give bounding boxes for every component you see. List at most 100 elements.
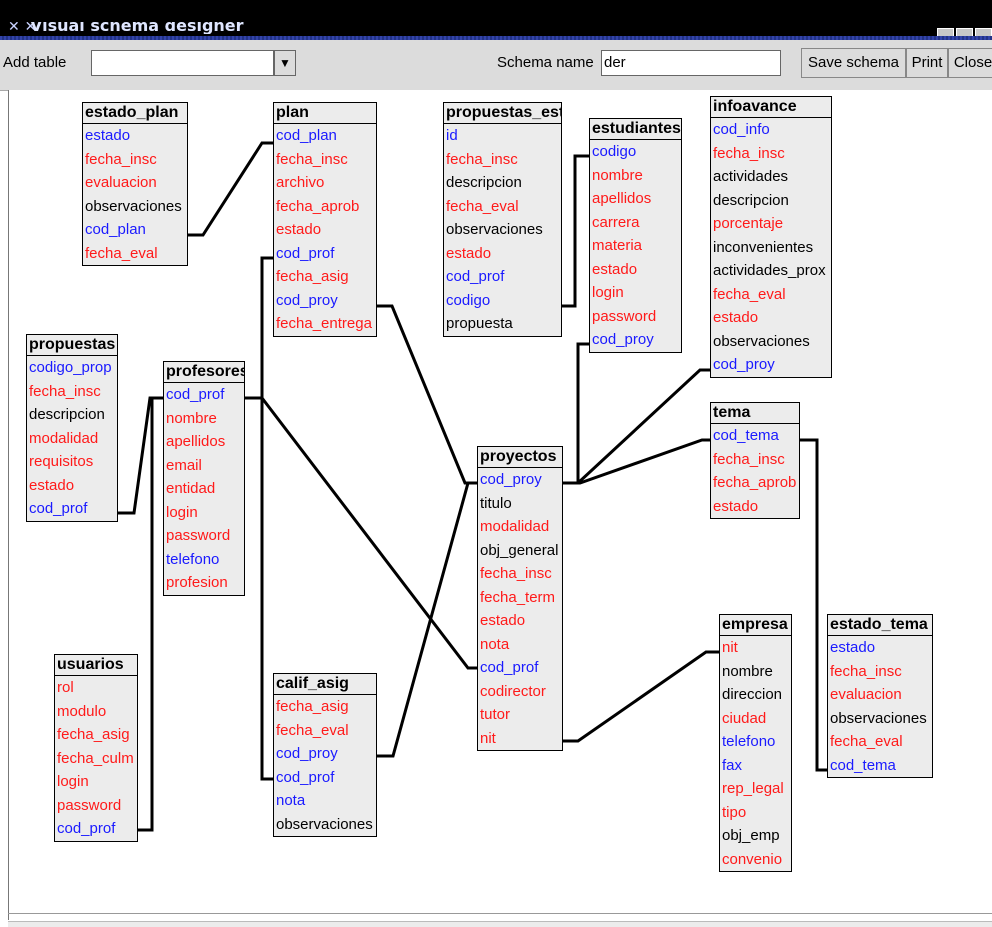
table-field[interactable]: nombre — [590, 164, 681, 188]
table-field[interactable]: carrera — [590, 211, 681, 235]
table-infoavance[interactable]: infoavance cod_info fecha_insc actividades d… — [710, 96, 832, 378]
table-field[interactable]: tipo — [720, 801, 791, 825]
table-title[interactable]: propuestas_est — [444, 103, 561, 124]
table-field[interactable]: login — [164, 501, 244, 525]
table-field[interactable]: evaluacion — [828, 683, 932, 707]
table-field[interactable]: estado — [478, 609, 562, 633]
table-field[interactable]: observaciones — [711, 330, 831, 354]
table-field[interactable]: materia — [590, 234, 681, 258]
table-field[interactable]: fecha_insc — [478, 562, 562, 586]
table-field[interactable]: cod_proy — [478, 468, 562, 492]
table-title[interactable]: estado_tema — [828, 615, 932, 636]
table-estado-plan[interactable]: estado_plan estado fecha_insc evaluacion obs… — [82, 102, 188, 266]
table-field[interactable]: fecha_aprob — [274, 195, 376, 219]
table-field[interactable]: fecha_entrega — [274, 312, 376, 336]
table-title[interactable]: usuarios — [55, 655, 137, 676]
table-field[interactable]: entidad — [164, 477, 244, 501]
table-estado-tema[interactable]: estado_tema estado fecha_insc evaluacion obs… — [827, 614, 933, 778]
table-field[interactable]: cod_prof — [55, 817, 137, 841]
table-field[interactable]: cod_tema — [828, 754, 932, 778]
table-title[interactable]: estudiantes — [590, 119, 681, 140]
table-field[interactable]: fax — [720, 754, 791, 778]
table-field[interactable]: fecha_insc — [711, 142, 831, 166]
table-field[interactable]: titulo — [478, 492, 562, 516]
table-field[interactable]: estado — [711, 495, 799, 519]
table-field[interactable]: cod_tema — [711, 424, 799, 448]
table-estudiantes[interactable]: estudiantes codigo nombre apellidos carrera m… — [589, 118, 682, 353]
table-field[interactable]: fecha_eval — [828, 730, 932, 754]
table-field[interactable]: modulo — [55, 700, 137, 724]
table-field[interactable]: fecha_aprob — [711, 471, 799, 495]
table-field[interactable]: estado — [83, 124, 187, 148]
table-field[interactable]: cod_prof — [274, 766, 376, 790]
table-propuestas[interactable]: propuestas codigo_prop fecha_insc descripci… — [26, 334, 118, 522]
table-field[interactable]: evaluacion — [83, 171, 187, 195]
table-title[interactable]: profesores — [164, 362, 244, 383]
table-field[interactable]: fecha_eval — [274, 719, 376, 743]
table-field[interactable]: cod_prof — [274, 242, 376, 266]
table-field[interactable]: email — [164, 454, 244, 478]
table-field[interactable]: rep_legal — [720, 777, 791, 801]
table-field[interactable]: archivo — [274, 171, 376, 195]
table-title[interactable]: estado_plan — [83, 103, 187, 124]
table-title[interactable]: tema — [711, 403, 799, 424]
table-field[interactable]: cod_proy — [711, 353, 831, 377]
table-field[interactable]: profesion — [164, 571, 244, 595]
table-field[interactable]: telefono — [164, 548, 244, 572]
table-field[interactable]: telefono — [720, 730, 791, 754]
table-plan[interactable]: plan cod_plan fecha_insc archivo fecha_aprob… — [273, 102, 377, 337]
table-profesores[interactable]: profesores cod_prof nombre apellidos email en… — [163, 361, 245, 596]
table-field[interactable]: fecha_insc — [83, 148, 187, 172]
table-field[interactable]: actividades — [711, 165, 831, 189]
table-field[interactable]: login — [55, 770, 137, 794]
table-field[interactable]: cod_prof — [164, 383, 244, 407]
table-field[interactable]: estado — [444, 242, 561, 266]
table-field[interactable]: fecha_asig — [55, 723, 137, 747]
table-field[interactable]: tutor — [478, 703, 562, 727]
table-field[interactable]: codigo — [590, 140, 681, 164]
table-field[interactable]: fecha_asig — [274, 695, 376, 719]
table-title[interactable]: plan — [274, 103, 376, 124]
table-field[interactable]: codirector — [478, 680, 562, 704]
table-field[interactable]: password — [590, 305, 681, 329]
table-calif-asig[interactable]: calif_asig fecha_asig fecha_eval cod_proy co… — [273, 673, 377, 837]
table-field[interactable]: id — [444, 124, 561, 148]
table-title[interactable]: infoavance — [711, 97, 831, 118]
table-field[interactable]: requisitos — [27, 450, 117, 474]
table-field[interactable]: fecha_insc — [274, 148, 376, 172]
table-field[interactable]: estado — [274, 218, 376, 242]
table-title[interactable]: empresa — [720, 615, 791, 636]
table-field[interactable]: fecha_insc — [27, 380, 117, 404]
table-field[interactable]: nota — [274, 789, 376, 813]
table-field[interactable]: cod_plan — [274, 124, 376, 148]
table-field[interactable]: fecha_eval — [444, 195, 561, 219]
table-field[interactable]: apellidos — [590, 187, 681, 211]
table-field[interactable]: actividades_prox — [711, 259, 831, 283]
table-tema[interactable]: tema cod_tema fecha_insc fecha_aprob estado — [710, 402, 800, 519]
table-field[interactable]: observaciones — [444, 218, 561, 242]
table-field[interactable]: fecha_eval — [83, 242, 187, 266]
table-propuestas-est[interactable]: propuestas_est id fecha_insc descripcion fec… — [443, 102, 562, 337]
table-empresa[interactable]: empresa nit nombre direccion ciudad telefono f… — [719, 614, 792, 872]
table-field[interactable]: fecha_culm — [55, 747, 137, 771]
table-field[interactable]: nombre — [720, 660, 791, 684]
table-field[interactable]: estado — [711, 306, 831, 330]
table-field[interactable]: cod_prof — [444, 265, 561, 289]
table-field[interactable]: cod_plan — [83, 218, 187, 242]
table-field[interactable]: nit — [720, 636, 791, 660]
table-field[interactable]: ciudad — [720, 707, 791, 731]
table-field[interactable]: modalidad — [478, 515, 562, 539]
table-field[interactable]: descripcion — [711, 189, 831, 213]
table-proyectos[interactable]: proyectos cod_proy titulo modalidad obj_gene… — [477, 446, 563, 751]
table-field[interactable]: estado — [27, 474, 117, 498]
table-field[interactable]: cod_proy — [274, 289, 376, 313]
table-field[interactable]: cod_info — [711, 118, 831, 142]
table-field[interactable]: estado — [828, 636, 932, 660]
table-field[interactable]: nombre — [164, 407, 244, 431]
table-field[interactable]: estado — [590, 258, 681, 282]
table-field[interactable]: password — [55, 794, 137, 818]
table-field[interactable]: login — [590, 281, 681, 305]
table-field[interactable]: fecha_eval — [711, 283, 831, 307]
table-title[interactable]: calif_asig — [274, 674, 376, 695]
table-field[interactable]: direccion — [720, 683, 791, 707]
